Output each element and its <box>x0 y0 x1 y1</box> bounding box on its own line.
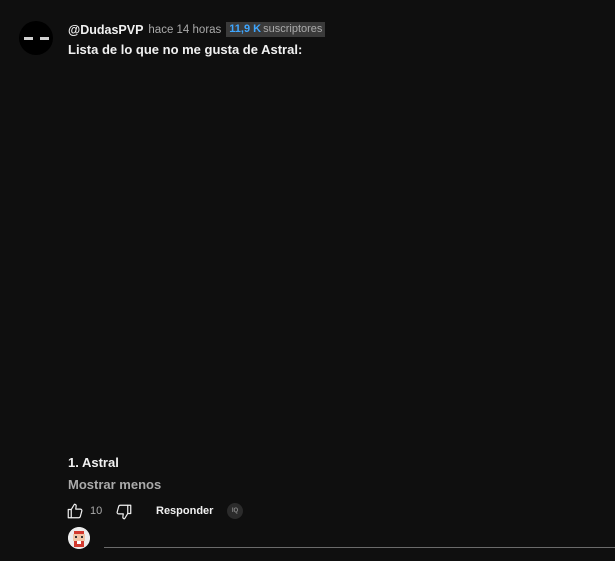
author-avatar[interactable] <box>19 21 53 55</box>
show-less-button[interactable]: Mostrar menos <box>68 477 161 492</box>
avatar-eye-right <box>40 37 49 40</box>
comment-time[interactable]: hace 14 horas <box>148 24 221 36</box>
comment-thread: @DudasPVP hace 14 horas 11,9 Ksuscriptor… <box>0 0 615 561</box>
author-name[interactable]: @DudasPVP <box>68 23 143 37</box>
comment-text-last-line: 1. Astral <box>68 455 119 470</box>
comment-text-first-line: Lista de lo que no me gusta de Astral: <box>68 42 303 57</box>
user-avatar-icon[interactable] <box>68 527 90 549</box>
comment-actions: 10 Responder IQ <box>66 502 266 522</box>
creator-badge-icon: IQ <box>227 503 243 519</box>
comment-header: @DudasPVP hace 14 horas 11,9 Ksuscriptor… <box>68 22 326 37</box>
subscriber-badge: 11,9 Ksuscriptores <box>226 22 326 37</box>
subscriber-label: suscriptores <box>263 23 323 35</box>
avatar-eye-left <box>24 37 33 40</box>
reply-input[interactable] <box>104 547 615 548</box>
subscriber-count: 11,9 K <box>229 23 262 35</box>
like-count: 10 <box>90 505 103 517</box>
reply-button[interactable]: Responder <box>156 505 213 517</box>
thumbs-down-icon[interactable] <box>115 503 133 521</box>
thumbs-up-icon[interactable] <box>66 502 84 520</box>
